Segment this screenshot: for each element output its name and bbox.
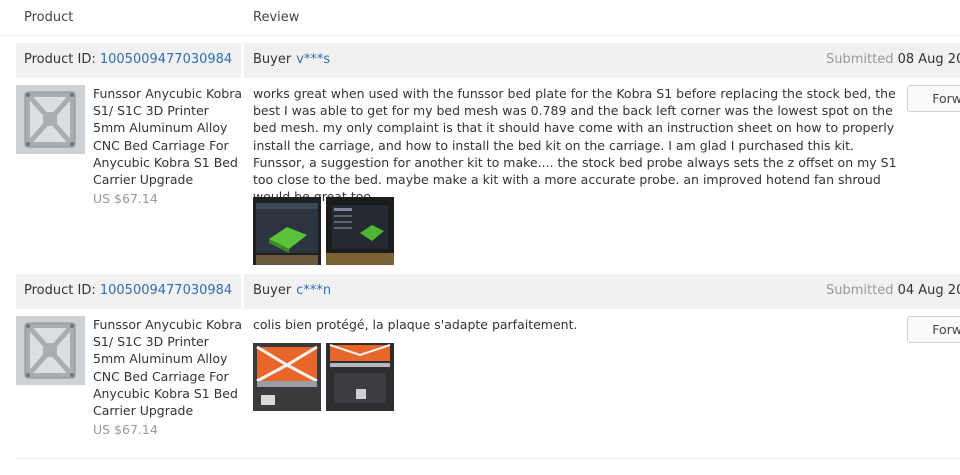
- buyer-label: Buyer: [253, 52, 292, 67]
- review-meta-bar: Buyer c***n Submitted 04 Aug 2025 0: [244, 274, 960, 309]
- submitted-field: Submitted 08 Aug 2025 0: [826, 52, 960, 67]
- product-id-link[interactable]: 1005009477030984: [100, 283, 232, 298]
- product-id-field: Product ID: 1005009477030984: [24, 52, 232, 67]
- product-id-field: Product ID: 1005009477030984: [24, 283, 232, 298]
- review-body: works great when used with the funssor b…: [253, 85, 903, 205]
- review-photo[interactable]: [253, 197, 321, 265]
- product-id-bar: Product ID: 1005009477030984: [16, 274, 241, 309]
- review-item: Product ID: 1005009477030984 Buyer c***n …: [16, 274, 960, 458]
- product-thumbnail[interactable]: [16, 85, 85, 154]
- product-id-bar: Product ID: 1005009477030984: [16, 43, 241, 78]
- review-photo[interactable]: [253, 343, 321, 411]
- printer-screen-bed-mesh-icon: [253, 197, 321, 265]
- aluminum-bed-carriage-icon: [16, 85, 85, 154]
- product-thumbnail[interactable]: [16, 316, 85, 385]
- submitted-date: 08 Aug 2025 0: [897, 52, 960, 67]
- buyer-name-link[interactable]: v***s: [296, 52, 330, 67]
- submitted-field: Submitted 04 Aug 2025 0: [826, 283, 960, 298]
- product-name[interactable]: Funssor Anycubic Kobra S1/ S1C 3D Printe…: [93, 316, 243, 419]
- forward-button[interactable]: Forwar: [907, 316, 960, 343]
- divider: [16, 458, 960, 459]
- product-price: US $67.14: [93, 422, 158, 437]
- product-id-label: Product ID:: [24, 283, 96, 298]
- submitted-label: Submitted: [826, 283, 894, 298]
- submitted-label: Submitted: [826, 52, 894, 67]
- orange-bed-plate-icon: [253, 343, 321, 411]
- review-item: Product ID: 1005009477030984 Buyer v***s …: [16, 43, 960, 269]
- buyer-field: Buyer c***n: [253, 283, 331, 298]
- product-name[interactable]: Funssor Anycubic Kobra S1/ S1C 3D Printe…: [93, 85, 243, 188]
- buyer-field: Buyer v***s: [253, 52, 330, 67]
- column-header-review: Review: [253, 10, 300, 25]
- review-meta-bar: Buyer v***s Submitted 08 Aug 2025 0: [244, 43, 960, 78]
- orange-bed-plate-icon: [326, 343, 394, 411]
- review-text: colis bien protégé, la plaque s'adapte p…: [253, 317, 578, 332]
- submitted-date: 04 Aug 2025 0: [897, 283, 960, 298]
- review-photo[interactable]: [326, 343, 394, 411]
- forward-button[interactable]: Forwar: [907, 85, 960, 112]
- review-body: colis bien protégé, la plaque s'adapte p…: [253, 316, 903, 333]
- column-header-row: Product Review: [0, 0, 960, 36]
- review-text: works great when used with the funssor b…: [253, 86, 897, 205]
- product-id-link[interactable]: 1005009477030984: [100, 52, 232, 67]
- review-photo[interactable]: [326, 197, 394, 265]
- product-price: US $67.14: [93, 191, 158, 206]
- product-id-label: Product ID:: [24, 52, 96, 67]
- buyer-name-link[interactable]: c***n: [296, 283, 331, 298]
- aluminum-bed-carriage-icon: [16, 316, 85, 385]
- column-header-product: Product: [24, 10, 74, 25]
- printer-screen-menu-icon: [326, 197, 394, 265]
- buyer-label: Buyer: [253, 283, 292, 298]
